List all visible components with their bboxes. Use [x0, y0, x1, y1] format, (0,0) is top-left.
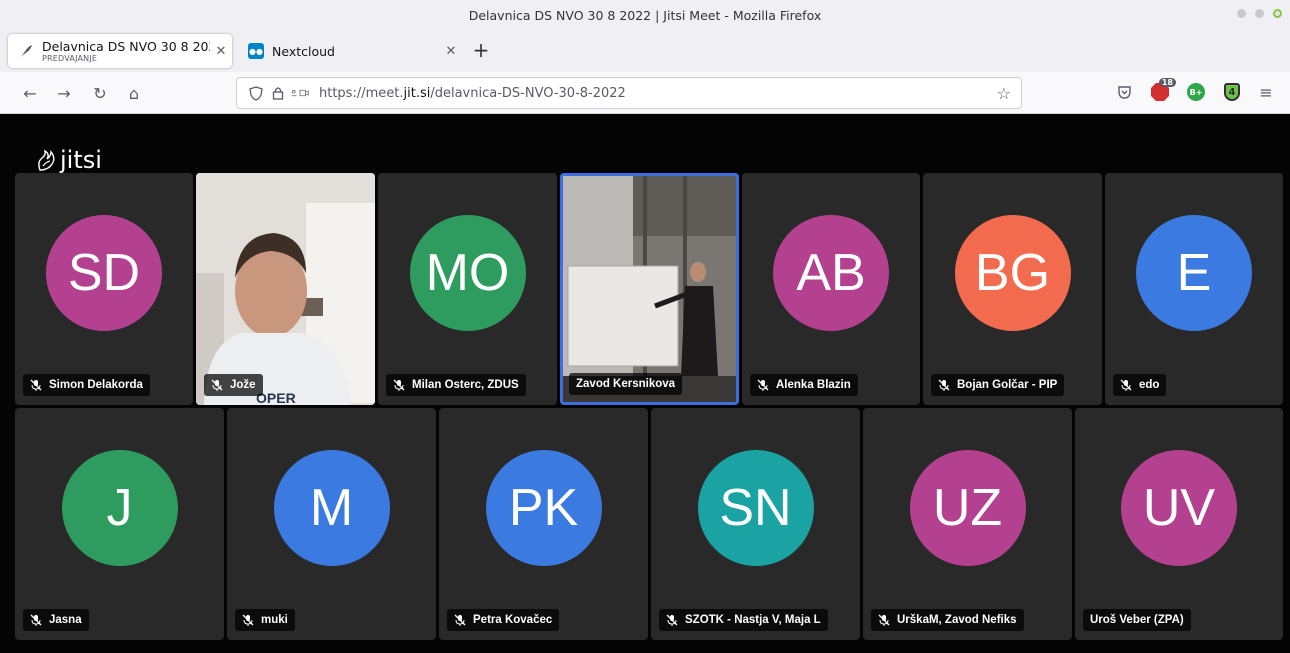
mic-muted-icon	[211, 379, 223, 391]
participant-tile[interactable]: E edo	[1105, 173, 1283, 405]
jitsi-logo-text: jitsi	[60, 146, 102, 174]
avatar: BG	[954, 215, 1071, 331]
participant-name-label: Zavod Kersnikova	[569, 373, 683, 395]
mic-muted-icon	[878, 614, 890, 626]
b-plus-icon[interactable]: B+	[1186, 82, 1206, 102]
back-arrow-icon[interactable]: ←	[18, 81, 42, 105]
lock-icon[interactable]	[269, 84, 287, 102]
jitsi-logo: jitsi	[36, 146, 102, 174]
participant-name-label: muki	[235, 609, 295, 631]
mic-muted-icon	[1120, 379, 1132, 391]
tab-close-icon[interactable]: ✕	[440, 44, 462, 59]
participant-tile[interactable]: UZ UrškaM, Zavod Nefiks	[863, 408, 1072, 640]
window-titlebar[interactable]: Delavnica DS NVO 30 8 2022 | Jitsi Meet …	[0, 0, 1290, 30]
participant-tile[interactable]: UV Uroš Veber (ZPA)	[1075, 408, 1283, 640]
home-icon[interactable]: ⌂	[122, 81, 146, 105]
tab-nextcloud[interactable]: ●● Nextcloud ✕	[238, 34, 462, 68]
participant-name-label: Bojan Golčar - PIP	[931, 374, 1065, 396]
tracking-shield-icon[interactable]	[247, 84, 265, 102]
participant-tile[interactable]: MO Milan Osterc, ZDUS	[378, 173, 557, 405]
participant-tile[interactable]: SD Simon Delakorda	[15, 173, 193, 405]
avatar: UZ	[909, 450, 1026, 566]
bookmark-star-icon[interactable]: ☆	[997, 84, 1011, 103]
menu-icon[interactable]: ≡	[1256, 82, 1276, 102]
avatar: MO	[409, 215, 526, 331]
webcam-video: OPER	[196, 173, 375, 405]
tab-title: Delavnica DS NVO 30 8 2022	[42, 39, 210, 54]
url-bar[interactable]: https://meet.jit.si/delavnica-DS-NVO-30-…	[236, 77, 1022, 109]
forward-arrow-icon[interactable]: →	[52, 81, 76, 105]
avatar: SN	[697, 450, 814, 566]
participant-name-label: Uroš Veber (ZPA)	[1083, 609, 1191, 631]
participant-tile[interactable]: SN SZOTK - Nastja V, Maja L	[651, 408, 860, 640]
tab-jitsi[interactable]: Delavnica DS NVO 30 8 2022 PREDVAJANJE ✕	[8, 34, 232, 68]
participant-name-label: edo	[1113, 374, 1167, 396]
participant-tile[interactable]: M muki	[227, 408, 436, 640]
mic-muted-icon	[666, 614, 678, 626]
window-title: Delavnica DS NVO 30 8 2022 | Jitsi Meet …	[468, 7, 822, 23]
nextcloud-icon: ●●	[248, 43, 264, 59]
mic-muted-icon	[242, 614, 254, 626]
tab-title: Nextcloud	[272, 43, 335, 59]
avatar: PK	[485, 450, 602, 566]
maximize-button[interactable]	[1255, 9, 1264, 18]
feather-icon	[18, 43, 34, 59]
participant-tile[interactable]: PK Petra Kovačec	[439, 408, 648, 640]
participant-name-label: Petra Kovačec	[447, 609, 560, 631]
tab-playing-label: PREDVAJANJE	[42, 54, 98, 63]
avatar: E	[1136, 215, 1252, 331]
minimize-button[interactable]	[1237, 9, 1246, 18]
avatar: AB	[773, 215, 889, 331]
nav-toolbar: ← → ↻ ⌂ https://meet.jit.si/delavnica-DS…	[0, 72, 1290, 114]
mic-muted-icon	[938, 379, 950, 391]
tab-close-icon[interactable]: ✕	[210, 44, 232, 59]
participant-name-label: UrškaM, Zavod Nefiks	[871, 609, 1024, 631]
mic-muted-icon	[393, 379, 405, 391]
meeting-stage: jitsi SD Simon Delakorda OPER Jože MO Mi…	[0, 114, 1290, 653]
webcam-video	[563, 176, 736, 402]
mic-muted-icon	[454, 614, 466, 626]
participant-video-tile-dominant-speaker[interactable]: Zavod Kersnikova	[560, 173, 739, 405]
permissions-icon[interactable]	[291, 84, 309, 102]
avatar: M	[273, 450, 390, 566]
reload-icon[interactable]: ↻	[88, 81, 112, 105]
mic-muted-icon	[30, 614, 42, 626]
participant-tile[interactable]: J Jasna	[15, 408, 224, 640]
participant-video-tile[interactable]: OPER Jože	[196, 173, 375, 405]
mic-muted-icon	[30, 379, 42, 391]
participant-name-label: Jasna	[23, 609, 89, 631]
shield-4-icon[interactable]: 4	[1222, 82, 1242, 102]
participant-name-label: Jože	[204, 374, 263, 396]
mic-muted-icon	[757, 379, 769, 391]
abp-icon[interactable]: 18	[1150, 78, 1176, 102]
close-window-button[interactable]	[1273, 9, 1282, 18]
avatar: UV	[1121, 450, 1237, 566]
avatar: J	[61, 450, 178, 566]
pocket-icon[interactable]	[1114, 82, 1134, 102]
tab-strip: Delavnica DS NVO 30 8 2022 PREDVAJANJE ✕…	[0, 30, 1290, 72]
new-tab-button[interactable]: +	[468, 38, 494, 64]
participant-tile[interactable]: BG Bojan Golčar - PIP	[923, 173, 1102, 405]
jitsi-logo-icon	[38, 149, 55, 171]
participant-name-label: Alenka Blazin	[750, 374, 858, 396]
url-text: https://meet.jit.si/delavnica-DS-NVO-30-…	[319, 85, 626, 101]
participant-name-label: SZOTK - Nastja V, Maja L	[659, 609, 828, 631]
abp-badge: 18	[1158, 78, 1176, 87]
participant-name-label: Milan Osterc, ZDUS	[386, 374, 526, 396]
avatar: SD	[46, 215, 162, 331]
participant-tile[interactable]: AB Alenka Blazin	[742, 173, 920, 405]
participant-name-label: Simon Delakorda	[23, 374, 150, 396]
window-controls	[1237, 9, 1282, 18]
